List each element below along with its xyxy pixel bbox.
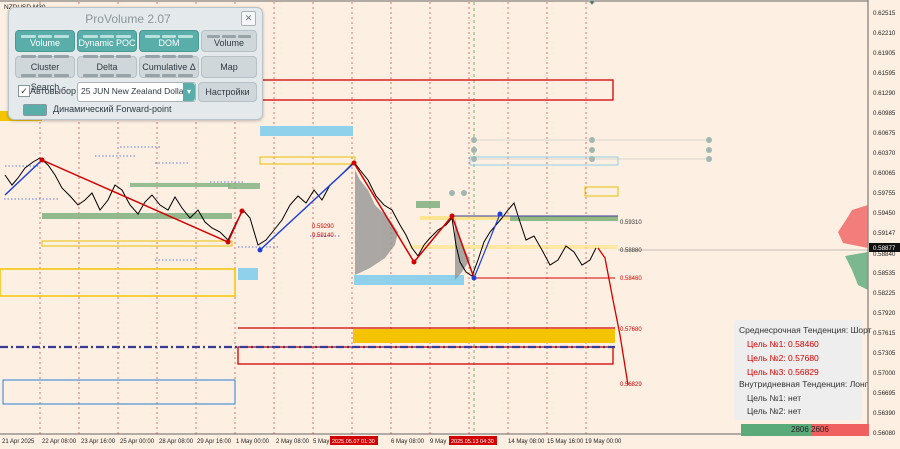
svg-text:0.60065: 0.60065: [873, 170, 896, 177]
svg-text:0.57000: 0.57000: [873, 370, 896, 377]
volume-button[interactable]: Volume: [201, 30, 257, 52]
svg-text:19 May 00:00: 19 May 00:00: [585, 439, 622, 445]
provolume-panel: ProVolume 2.07 ✕ Volume Profile Dynamic …: [8, 7, 263, 120]
cluster-search-button[interactable]: Cluster Search: [15, 55, 75, 92]
forward-point-label: Динамический Forward-point: [53, 104, 172, 114]
svg-text:0.59147: 0.59147: [873, 230, 896, 237]
svg-text:15 May 16:00: 15 May 16:00: [547, 439, 584, 445]
target-1: Цель №1: 0.58460: [747, 339, 819, 349]
svg-text:9 May: 9 May: [430, 439, 446, 445]
zone-gold-main: [353, 329, 615, 343]
svg-text:0.56390: 0.56390: [873, 410, 896, 417]
cumulative-delta-button[interactable]: Cumulative Δ: [139, 55, 199, 78]
svg-text:0.58840: 0.58840: [873, 251, 896, 258]
dynamic-poc-button[interactable]: Dynamic POC: [77, 30, 137, 52]
forecast-box: Среднесрочная Тенденция: Шорт Цель №1: 0…: [734, 320, 872, 420]
svg-text:14 May 08:00: 14 May 08:00: [508, 439, 545, 445]
map-button[interactable]: Map: [201, 56, 257, 78]
sell-volume: 2606: [811, 425, 829, 434]
zone-blue-top: [260, 126, 353, 136]
auto-select-checkbox[interactable]: ✓: [18, 85, 30, 97]
auto-select-label: Автовыбор: [30, 86, 77, 96]
svg-text:0.60675: 0.60675: [873, 130, 896, 137]
level-label-7: 0.59140: [312, 233, 334, 239]
svg-text:0.58535: 0.58535: [873, 270, 896, 277]
level-label-6: 0.59290: [312, 224, 334, 230]
level-label-5: 0.56829: [620, 382, 642, 388]
svg-text:0.57920: 0.57920: [873, 310, 896, 317]
current-price: 0.58877: [873, 245, 896, 252]
mid-trend-label: Среднесрочная Тенденция: Шорт: [739, 325, 872, 335]
target-2: Цель №2: 0.57680: [747, 353, 819, 363]
svg-text:6 May 08:00: 6 May 08:00: [391, 439, 425, 445]
zone-blue-mid: [354, 275, 464, 285]
svg-text:0.56695: 0.56695: [873, 390, 896, 397]
svg-text:0.61595: 0.61595: [873, 70, 896, 77]
intraday-target-1: Цель №1: нет: [747, 393, 802, 403]
close-icon[interactable]: ✕: [241, 11, 256, 26]
volume-profile-button[interactable]: Volume Profile: [15, 30, 75, 68]
svg-text:0.57615: 0.57615: [873, 330, 896, 337]
target-3: Цель №3: 0.56829: [747, 367, 819, 377]
level-label-2: 0.58880: [620, 248, 642, 254]
svg-text:29 Apr 16:00: 29 Apr 16:00: [197, 439, 232, 445]
svg-text:0.61290: 0.61290: [873, 90, 896, 97]
time-highlight-1: 2025.05.07 01:30: [332, 439, 375, 445]
svg-text:0.62515: 0.62515: [873, 10, 896, 17]
delta-button[interactable]: Delta: [77, 55, 137, 78]
svg-text:5 May: 5 May: [313, 439, 329, 445]
panel-title: ProVolume 2.07: [85, 12, 171, 26]
svg-text:0.59450: 0.59450: [873, 210, 896, 217]
forward-point-toggle[interactable]: [23, 104, 47, 116]
settings-button[interactable]: Настройки: [198, 82, 257, 102]
instrument-value: 25 JUN New Zealand Dollar: [81, 86, 187, 96]
svg-text:0.61905: 0.61905: [873, 50, 896, 57]
svg-text:23 Apr 16:00: 23 Apr 16:00: [81, 439, 116, 445]
svg-text:21 Apr 2025: 21 Apr 2025: [2, 439, 35, 445]
svg-text:0.59755: 0.59755: [873, 190, 896, 197]
svg-text:28 Apr 08:00: 28 Apr 08:00: [159, 439, 194, 445]
svg-text:22 Apr 08:00: 22 Apr 08:00: [42, 439, 77, 445]
level-label-4: 0.57680: [620, 327, 642, 333]
svg-text:0.60985: 0.60985: [873, 110, 896, 117]
buy-volume: 2806: [791, 425, 809, 434]
svg-text:0.60370: 0.60370: [873, 150, 896, 157]
svg-text:0.56080: 0.56080: [873, 430, 896, 437]
svg-text:0.62210: 0.62210: [873, 30, 896, 37]
volume-balance-bar: 2806 2606: [741, 424, 869, 436]
instrument-select[interactable]: 25 JUN New Zealand Dollar ▾: [77, 82, 196, 102]
dom-button[interactable]: DOM: [139, 30, 199, 52]
svg-text:1 May 00:00: 1 May 00:00: [236, 439, 270, 445]
svg-text:0.57305: 0.57305: [873, 350, 896, 357]
svg-text:25 Apr 00:00: 25 Apr 00:00: [120, 439, 155, 445]
svg-text:2 May 08:00: 2 May 08:00: [276, 439, 310, 445]
intraday-target-2: Цель №2: нет: [747, 406, 802, 416]
level-label-1: 0.59310: [620, 220, 642, 226]
time-highlight-2: 2025.05.13 04:30: [451, 439, 494, 445]
level-label-3: 0.58460: [620, 276, 642, 282]
intraday-trend-label: Внутридневная Тенденция: Лонг: [739, 379, 868, 389]
chevron-down-icon[interactable]: ▾: [183, 83, 195, 101]
svg-text:0.58225: 0.58225: [873, 290, 896, 297]
